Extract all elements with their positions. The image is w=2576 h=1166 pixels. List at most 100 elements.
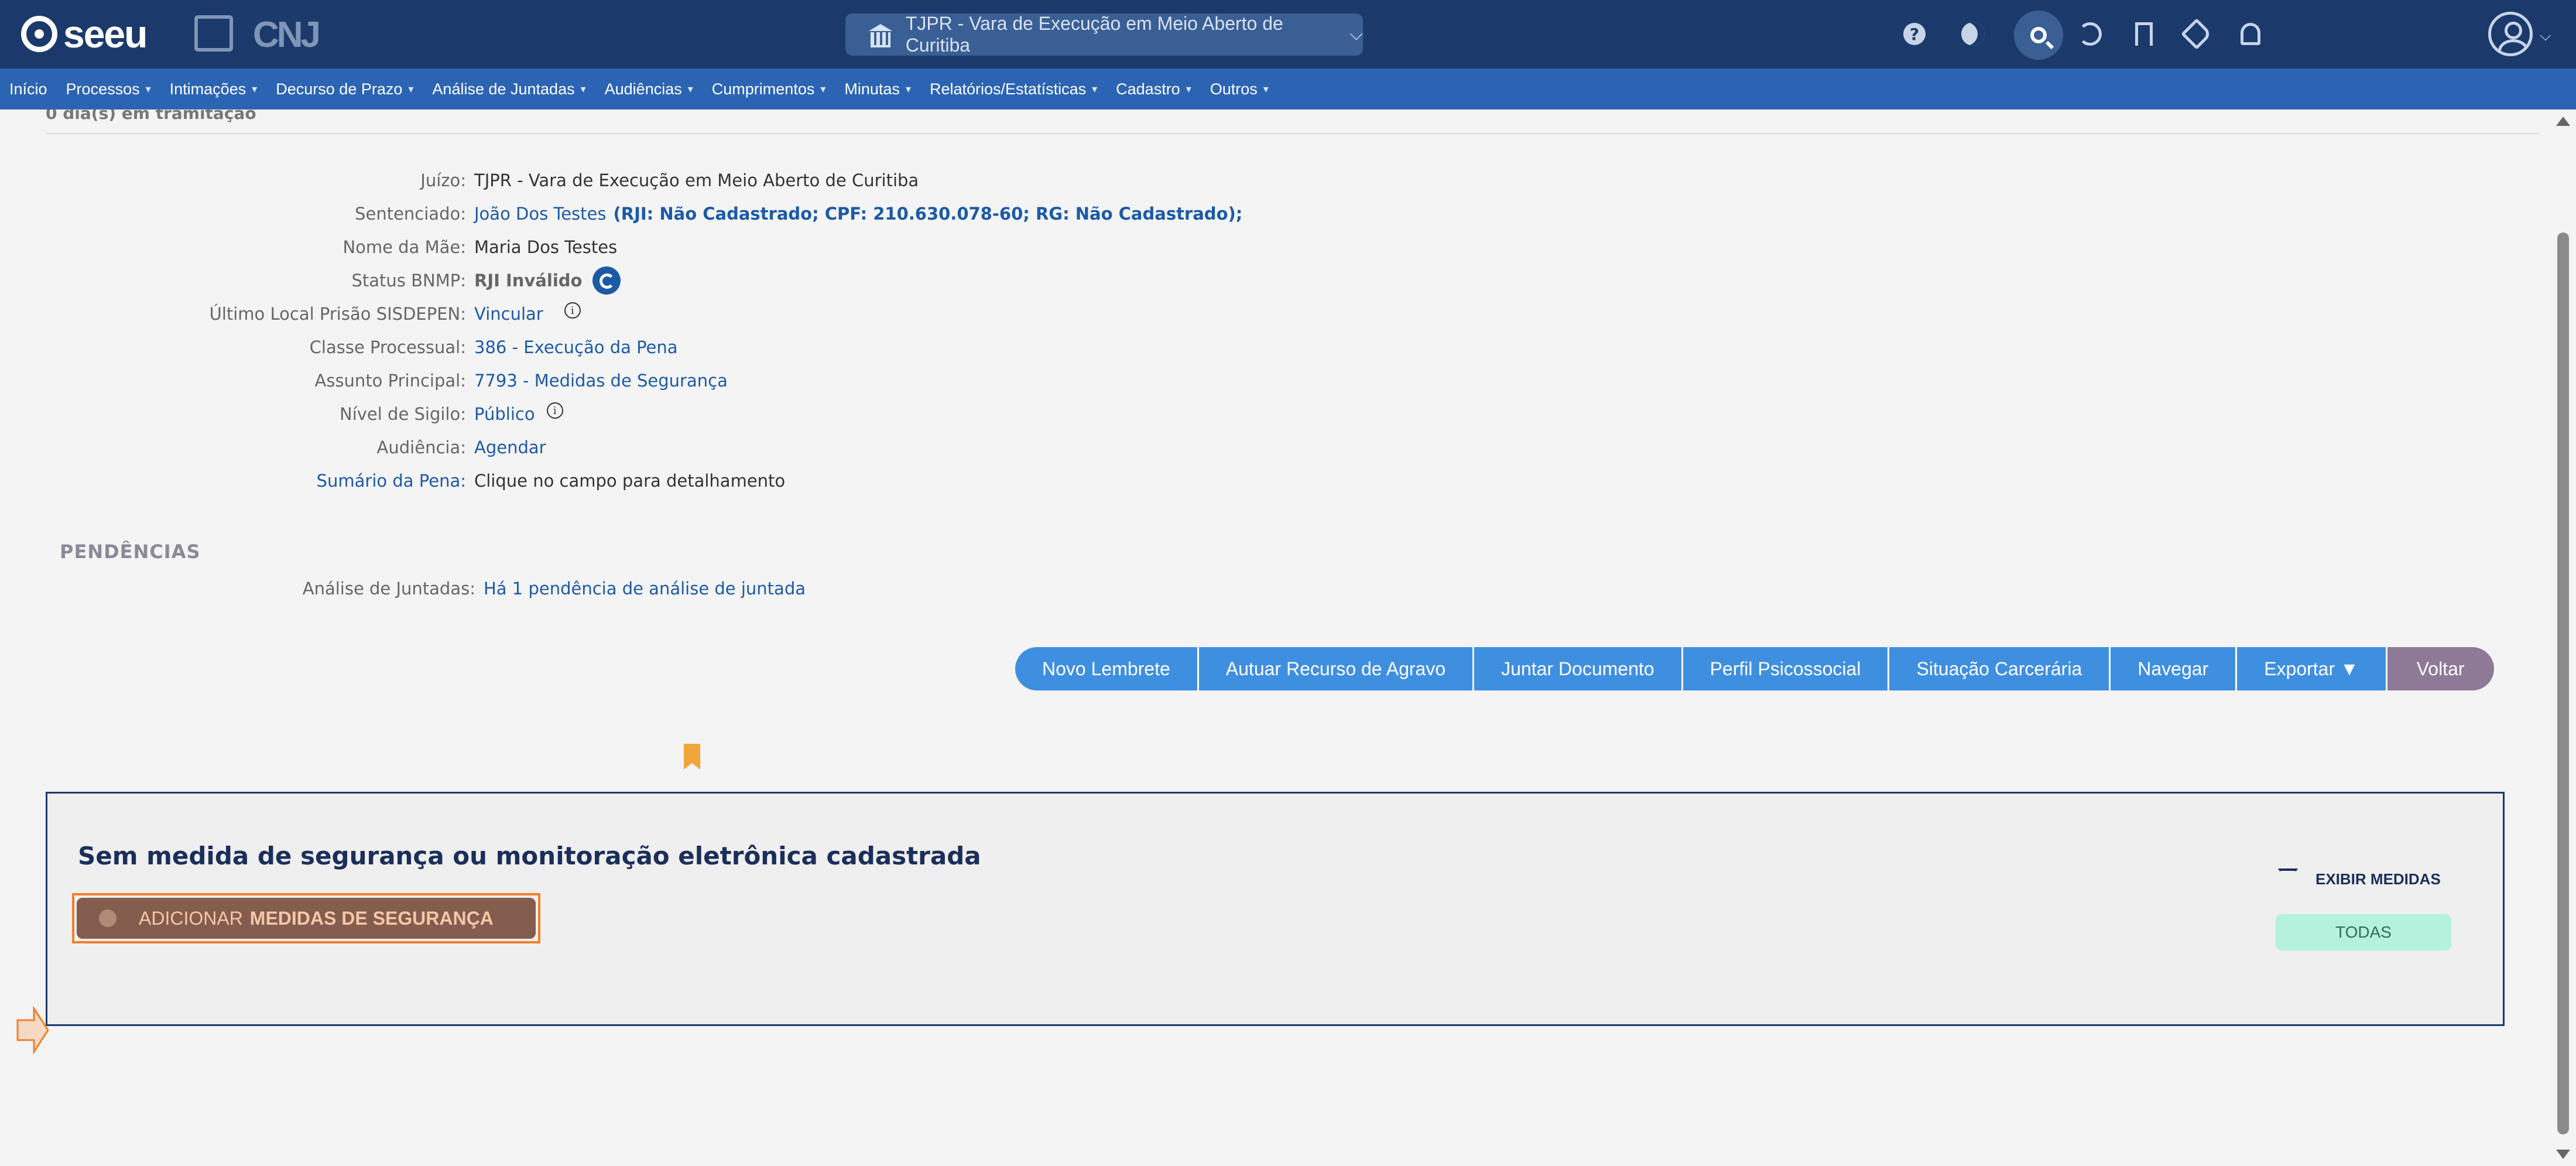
caret-down-icon: ▾: [820, 83, 826, 95]
user-avatar-icon[interactable]: [2488, 12, 2533, 56]
sentenciado-documents: (RJI: Não Cadastrado; CPF: 210.630.078-6…: [613, 204, 1243, 224]
todas-badge[interactable]: TODAS: [2276, 914, 2451, 950]
juntadas-row: Análise de Juntadas: Há 1 pendência de a…: [0, 576, 806, 601]
caret-down-icon: ▾: [145, 83, 151, 95]
action-button-2[interactable]: Juntar Documento: [1474, 647, 1683, 690]
panel-title: Sem medida de segurança ou monitoração e…: [78, 842, 981, 870]
menu-item-1[interactable]: Processos ▾: [66, 80, 151, 98]
add-prefix: ADICIONAR: [139, 907, 243, 929]
court-selector-label: TJPR - Vara de Execução em Meio Aberto d…: [905, 13, 1283, 56]
search-icon[interactable]: [2014, 11, 2063, 60]
courthouse-icon: [869, 24, 892, 47]
menu-item-8[interactable]: Relatórios/Estatísticas ▾: [930, 80, 1097, 98]
agendar-link[interactable]: Agendar: [474, 437, 546, 457]
menu-item-10[interactable]: Outros ▾: [1210, 80, 1269, 98]
nome-mae-value: Maria Dos Testes: [474, 237, 618, 257]
ultimo-local-row: Último Local Prisão SISDEPEN: Vincular i: [0, 301, 581, 327]
assunto-label: Assunto Principal:: [314, 371, 467, 391]
info-icon[interactable]: i: [564, 302, 581, 319]
status-bnmp-label: Status BNMP:: [351, 271, 467, 290]
sigilo-link[interactable]: Público: [474, 404, 535, 424]
theme-toggle-icon[interactable]: [1955, 16, 1991, 52]
sigilo-label: Nível de Sigilo:: [340, 404, 466, 424]
sentenciado-label: Sentenciado:: [355, 204, 466, 224]
add-label: MEDIDAS DE SEGURANÇA: [249, 907, 494, 929]
assunto-row: Assunto Principal: 7793 - Medidas de Seg…: [0, 368, 728, 394]
action-button-0[interactable]: Novo Lembrete: [1015, 647, 1199, 690]
menu-item-2[interactable]: Intimações ▾: [170, 80, 258, 98]
menu-item-6[interactable]: Cumprimentos ▾: [712, 80, 826, 98]
action-button-1[interactable]: Autuar Recurso de Agravo: [1198, 647, 1475, 690]
divider: [46, 133, 2540, 134]
classe-link[interactable]: 386 - Execução da Pena: [474, 337, 678, 357]
action-button-5[interactable]: Navegar: [2111, 647, 2238, 690]
classe-label: Classe Processual:: [309, 337, 466, 357]
menu-item-label: Minutas: [844, 80, 900, 98]
vincular-link[interactable]: Vincular: [474, 304, 543, 324]
pendencias-title: PENDÊNCIAS: [60, 541, 201, 563]
sentenciado-row: Sentenciado: João Dos Testes (RJI: Não C…: [0, 201, 1242, 227]
action-button-6[interactable]: Exportar ▼: [2237, 647, 2387, 690]
ultimo-local-label: Último Local Prisão SISDEPEN:: [209, 304, 466, 324]
medidas-panel: Sem medida de segurança ou monitoração e…: [46, 792, 2505, 1026]
history-icon[interactable]: [2073, 16, 2108, 52]
cnj-logo: CNJ: [253, 15, 321, 55]
menu-item-label: Relatórios/Estatísticas: [929, 80, 1087, 98]
action-button-4[interactable]: Situação Carcerária: [1889, 647, 2111, 690]
vertical-scrollbar[interactable]: [2550, 110, 2576, 1166]
menu-item-4[interactable]: Análise de Juntadas ▾: [432, 80, 585, 98]
menu-item-label: Análise de Juntadas: [432, 80, 575, 98]
caret-down-icon: ▾: [905, 83, 911, 95]
sumario-label[interactable]: Sumário da Pena:: [0, 471, 474, 491]
action-button-7[interactable]: Voltar: [2387, 647, 2494, 690]
caret-down-icon: ▾: [687, 83, 693, 95]
juizo-row: Juízo: TJPR - Vara de Execução em Meio A…: [0, 167, 919, 193]
scrollbar-thumb[interactable]: [2557, 232, 2569, 1134]
avatar-caret-icon[interactable]: ⌵: [2540, 27, 2551, 45]
menu-item-label: Audiências: [604, 80, 682, 98]
caret-down-icon: ▾: [1186, 83, 1191, 95]
seeu-logo-text: seeu: [63, 12, 148, 56]
menu-item-5[interactable]: Audiências ▾: [605, 80, 693, 98]
menu-item-9[interactable]: Cadastro ▾: [1116, 80, 1191, 98]
help-icon[interactable]: ?: [1897, 16, 1932, 52]
sigilo-row: Nível de Sigilo: Público i: [0, 401, 563, 427]
add-medidas-button[interactable]: ADICIONAR MEDIDAS DE SEGURANÇA: [72, 893, 540, 943]
info-icon[interactable]: i: [546, 402, 563, 419]
scroll-down-arrow-icon[interactable]: [2556, 1150, 2570, 1159]
menu-item-label: Cadastro: [1116, 80, 1180, 98]
tramitacao-text: 0 dia(s) em tramitação: [46, 110, 256, 123]
juizo-value: TJPR - Vara de Execução em Meio Aberto d…: [474, 170, 919, 190]
menu-item-label: Cumprimentos: [711, 80, 815, 98]
juizo-label: Juízo:: [420, 170, 466, 190]
sumario-row: Sumário da Pena: Clique no campo para de…: [0, 468, 786, 494]
status-bnmp-value: RJI Inválido: [474, 271, 583, 290]
menu-item-3[interactable]: Decurso de Prazo ▾: [276, 80, 413, 98]
action-button-3[interactable]: Perfil Psicossocial: [1683, 647, 1890, 690]
caret-down-icon: ▾: [1263, 83, 1269, 95]
action-buttons: Novo Lembrete Autuar Recurso de Agravo Jun…: [1015, 647, 2494, 690]
bookmark-icon[interactable]: [2126, 16, 2161, 52]
filter-label: EXIBIR MEDIDAS: [2315, 870, 2441, 888]
audiencia-label: Audiência:: [376, 437, 466, 457]
caret-down-icon: ▾: [408, 83, 414, 95]
nome-mae-label: Nome da Mãe:: [342, 237, 466, 257]
exibir-medidas-filter[interactable]: EXIBIR MEDIDAS: [2278, 868, 2441, 890]
menu-item-7[interactable]: Minutas ▾: [844, 80, 911, 98]
caret-down-icon: ▾: [1092, 83, 1098, 95]
menu-item-label: Decurso de Prazo: [276, 80, 403, 98]
seeu-logo[interactable]: seeu: [21, 12, 148, 56]
classe-row: Classe Processual: 386 - Execução da Pen…: [0, 334, 678, 360]
sumario-value[interactable]: Clique no campo para detalhamento: [474, 471, 785, 491]
scroll-up-arrow-icon[interactable]: [2556, 117, 2570, 126]
court-selector[interactable]: TJPR - Vara de Execução em Meio Aberto d…: [845, 13, 1363, 56]
sentenciado-link[interactable]: João Dos Testes: [474, 204, 607, 224]
menu-item-0[interactable]: Início: [9, 80, 47, 98]
menu-item-label: Intimações: [169, 80, 246, 98]
nome-mae-row: Nome da Mãe: Maria Dos Testes: [0, 234, 617, 260]
tag-icon[interactable]: [2179, 16, 2214, 52]
bell-icon[interactable]: [2233, 16, 2268, 52]
refresh-icon[interactable]: [592, 266, 621, 295]
assunto-link[interactable]: 7793 - Medidas de Segurança: [474, 371, 728, 391]
juntadas-link[interactable]: Há 1 pendência de análise de juntada: [484, 579, 806, 599]
